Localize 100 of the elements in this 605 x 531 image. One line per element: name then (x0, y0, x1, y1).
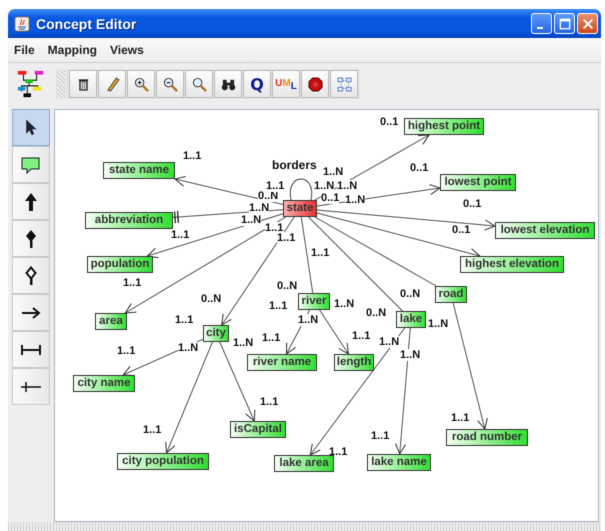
menu-item[interactable]: Views (110, 43, 144, 57)
palette-tool[interactable] (12, 368, 50, 405)
menu-item[interactable]: Mapping (48, 43, 97, 57)
cardinality-label: 1..1 (171, 229, 190, 241)
cardinality-label: 1..N (241, 214, 262, 226)
cardinality-label: 0..N (400, 288, 420, 300)
relation-name: borders (272, 159, 317, 172)
double-bar-line-icon (20, 342, 42, 356)
cardinality-label: 0..1 (410, 162, 428, 174)
toolbar-button[interactable] (69, 70, 97, 98)
cardinality-label: 1..N (233, 337, 254, 349)
diamond-arrow-icon (24, 228, 38, 248)
concept-node[interactable]: isCapital (230, 421, 286, 438)
cardinality-label: 1..1 (371, 430, 390, 442)
toolbar-button[interactable]: Q (243, 70, 271, 98)
cardinality-label: 0..N (201, 293, 222, 305)
up-arrow-icon (24, 192, 38, 212)
concept-node[interactable]: lake name (367, 454, 431, 471)
toolbar-button[interactable] (156, 70, 184, 98)
concept-node[interactable]: highest elevation (460, 256, 564, 273)
cardinality-label: 1..1 (329, 446, 348, 458)
concept-node[interactable]: road (435, 286, 467, 303)
menu-item[interactable]: File (14, 43, 35, 57)
concept-node[interactable]: road number (446, 429, 528, 446)
minimize-button[interactable] (531, 13, 552, 34)
zoom-out-icon (162, 76, 178, 92)
diagram-logo-icon (16, 68, 46, 100)
cardinality-label: 1..N (345, 194, 366, 206)
concept-node[interactable]: length (334, 354, 374, 371)
magnifier-icon (192, 76, 206, 92)
hollow-diamond-arrow-icon (24, 266, 38, 286)
palette-tool[interactable] (12, 220, 50, 257)
concept-node[interactable]: river (298, 293, 330, 310)
concept-node[interactable]: lowest point (440, 174, 516, 191)
concept-node[interactable]: state (283, 200, 317, 217)
concept-node[interactable]: city population (117, 453, 209, 470)
toolbar-grip[interactable] (57, 70, 65, 98)
layout-icon (336, 76, 352, 92)
cardinality-label: 1..1 (277, 232, 296, 244)
concept-node[interactable]: lake area (274, 455, 334, 472)
cardinality-label: 0..1 (380, 116, 398, 128)
cardinality-label: 1..1 (269, 300, 288, 312)
palette-tool[interactable] (12, 257, 50, 294)
cardinality-label: 0..N (277, 280, 298, 292)
cardinality-label: 1..1 (311, 247, 330, 259)
maximize-icon (558, 18, 570, 30)
note-icon (21, 156, 41, 174)
toolbar-button[interactable] (185, 70, 213, 98)
concept-node[interactable]: state name (103, 162, 175, 179)
cardinality-label: 1..N (337, 180, 358, 192)
concept-node[interactable]: highest point (404, 118, 484, 135)
cardinality-label: 1..N (400, 349, 420, 361)
palette-tool[interactable] (12, 294, 50, 331)
cardinality-label: 1..1 (262, 332, 280, 344)
toolbar-button[interactable] (98, 70, 126, 98)
bar-line-icon (20, 380, 42, 394)
concept-node[interactable]: city name (73, 375, 135, 392)
pointer-icon (24, 119, 38, 136)
toolbar-button[interactable] (127, 70, 155, 98)
cardinality-label: 1..N (178, 342, 198, 354)
cardinality-label: 1..N (379, 336, 400, 348)
toolbar-button[interactable]: UML (272, 70, 300, 98)
cardinality-label: 1..1 (260, 396, 278, 408)
concept-node[interactable]: area (95, 313, 127, 330)
concept-node[interactable]: city (203, 325, 229, 342)
cardinality-label: 1..N (323, 166, 344, 178)
window-title: Concept Editor (36, 16, 138, 32)
pencil-icon (104, 76, 120, 92)
cardinality-label: 1..1 (352, 330, 370, 342)
app-icon (14, 16, 30, 32)
cardinality-label: 0..N (258, 190, 278, 202)
palette-tool[interactable] (12, 109, 50, 146)
cardinality-label: 1..N (298, 314, 318, 326)
cardinality-label: 1..1 (117, 345, 136, 357)
toolbar-button[interactable] (214, 70, 242, 98)
cardinality-label: 1..1 (175, 314, 194, 326)
cardinality-label: 0..1 (452, 224, 470, 236)
palette-tool[interactable] (12, 331, 50, 368)
minimize-icon (537, 26, 543, 28)
concept-node[interactable]: population (87, 256, 153, 273)
close-button[interactable] (577, 13, 598, 34)
cardinality-label: 0..1 (463, 198, 482, 210)
cardinality-label: 0..N (366, 307, 386, 319)
zoom-in-icon (134, 76, 148, 92)
palette-tool[interactable] (12, 146, 50, 183)
cardinality-label: 1..1 (265, 222, 284, 234)
toolbar-button[interactable] (301, 70, 329, 98)
concept-node[interactable]: abbreviation (85, 212, 173, 229)
concept-node[interactable]: lowest elevation (495, 222, 595, 239)
cardinality-label: 1..N (249, 202, 270, 214)
cardinality-label: 0..1 (321, 192, 340, 204)
cardinality-label: 1..1 (143, 424, 162, 436)
concept-node[interactable]: lake (396, 311, 426, 328)
maximize-button[interactable] (554, 13, 575, 34)
cardinality-label: 1..1 (451, 412, 470, 424)
cardinality-label: 1..1 (266, 180, 284, 192)
right-arrow-icon (21, 306, 41, 320)
cardinality-label: 1..1 (123, 277, 142, 289)
palette-tool[interactable] (12, 183, 50, 220)
concept-node[interactable]: river name (247, 354, 317, 371)
